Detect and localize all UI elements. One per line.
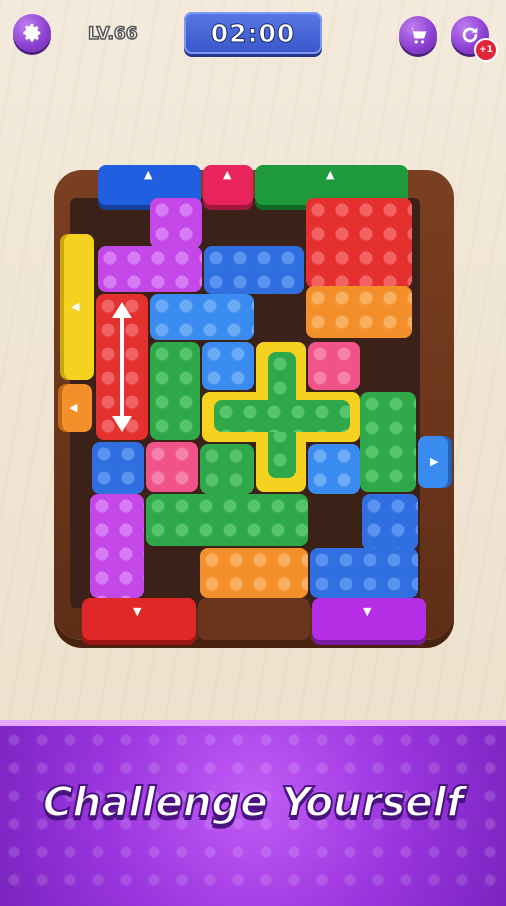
light-blue-brick-2x4[interactable] [150, 294, 254, 340]
banner-tagline: Challenge Yourself [42, 777, 465, 827]
blue-l-brick-base[interactable] [310, 548, 418, 598]
orange-brick-upper[interactable] [306, 286, 412, 338]
yellow-exit-gate-left[interactable]: ◀ [64, 234, 94, 380]
blue-small-brick-left[interactable] [92, 442, 144, 494]
magenta-l-brick-top[interactable] [150, 198, 202, 248]
green-brick-connector[interactable] [200, 444, 254, 494]
magenta-vertical-brick[interactable] [90, 494, 144, 598]
level-label: LV.66 [87, 23, 138, 45]
timer-value: 02:00 [210, 18, 296, 48]
green-brick-right[interactable] [360, 392, 416, 492]
orange-brick-lower[interactable] [200, 548, 308, 598]
gear-icon [23, 23, 41, 42]
pink-small-brick-right[interactable] [308, 342, 360, 390]
blue-exit-gate-right[interactable]: ▶ [418, 436, 448, 488]
orange-exit-gate-left[interactable]: ◀ [62, 384, 92, 432]
blue-small-brick[interactable] [202, 342, 254, 390]
magenta-l-brick-base[interactable] [98, 246, 202, 292]
shop-button[interactable] [399, 16, 437, 54]
blue-small-brick-right[interactable] [308, 444, 360, 494]
cart-icon [409, 27, 427, 44]
wood-frame-bottom [198, 598, 310, 640]
pink-exit-gate-top[interactable]: ▲ [203, 165, 253, 205]
purple-exit-gate-bottom[interactable]: ▼ [312, 598, 426, 640]
timer: 02:00 [184, 12, 322, 54]
settings-button[interactable] [13, 14, 51, 52]
pink-small-brick-left[interactable] [146, 442, 198, 492]
red-brick-block[interactable] [306, 198, 412, 288]
blue-l-brick-top[interactable] [362, 494, 418, 550]
green-vertical-brick[interactable] [150, 342, 200, 440]
red-vertical-brick[interactable] [96, 294, 148, 440]
red-exit-gate-bottom[interactable]: ▼ [82, 598, 196, 640]
green-cross-horizontal[interactable] [214, 400, 350, 432]
blue-brick-2x4[interactable] [204, 246, 304, 294]
double-arrow-icon [112, 302, 132, 432]
green-long-brick[interactable] [146, 494, 308, 546]
refresh-count-badge: +1 [474, 38, 498, 62]
